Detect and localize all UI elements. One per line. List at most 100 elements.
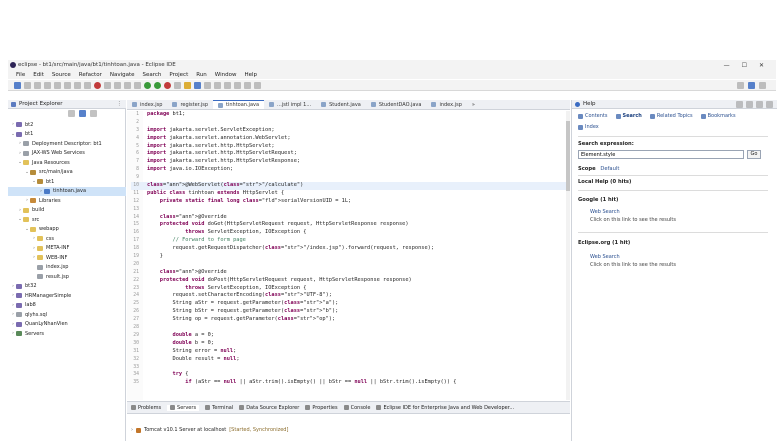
tree-item[interactable]: › lab8 bbox=[8, 301, 126, 311]
menu-file[interactable]: File bbox=[16, 72, 25, 78]
tree-item[interactable]: › Libraries bbox=[8, 196, 126, 206]
code-line[interactable]: 20 bbox=[131, 261, 567, 269]
local-help-result[interactable]: Local Help (0 hits) bbox=[578, 179, 631, 185]
code-line[interactable]: 12 private static final long class="fld"… bbox=[131, 198, 567, 206]
code-line[interactable]: 26 String bStr = request.getParameter(cl… bbox=[131, 308, 567, 316]
code-line[interactable]: 14 class="ann">@Override bbox=[131, 214, 567, 222]
code-line[interactable]: 27 String op = request.getParameter(clas… bbox=[131, 316, 567, 324]
bottom-tab[interactable]: Data Source Explorer bbox=[239, 405, 299, 411]
back-icon[interactable] bbox=[244, 81, 251, 89]
code-line[interactable]: 24 request.setCharacterEncoding(class="s… bbox=[131, 292, 567, 300]
tree-item[interactable]: › tinhtoan.java bbox=[8, 186, 126, 196]
close-button[interactable]: ✕ bbox=[759, 62, 764, 69]
help-nav-related[interactable]: Related Topics bbox=[650, 113, 693, 119]
bottom-tab[interactable]: Console bbox=[344, 405, 371, 411]
menu-search[interactable]: Search bbox=[143, 72, 162, 78]
perspective-java-icon[interactable] bbox=[759, 81, 766, 89]
forward-icon[interactable] bbox=[254, 81, 261, 89]
code-line[interactable]: 3 import jakarta.servlet.ServletException… bbox=[131, 127, 567, 135]
editor-tab[interactable]: Student.java bbox=[316, 100, 366, 109]
external-tools-icon[interactable] bbox=[164, 81, 171, 89]
code-line[interactable]: 10 class="ann">@WebServlet(class ="str">"/… bbox=[131, 182, 567, 190]
bottom-tab[interactable]: Problems bbox=[131, 405, 161, 411]
code-line[interactable]: 23 throws ServletException, IOException … bbox=[131, 285, 567, 293]
step-return-icon[interactable] bbox=[124, 81, 131, 89]
annotation-prev-icon[interactable] bbox=[234, 81, 241, 89]
code-line[interactable]: 9 bbox=[131, 174, 567, 182]
menu-help[interactable]: Help bbox=[244, 72, 257, 78]
tree-item[interactable]: › css bbox=[8, 234, 126, 244]
code-line[interactable]: 32 Double result = null; bbox=[131, 356, 567, 364]
new-java-project-icon[interactable] bbox=[174, 81, 181, 89]
tree-item[interactable]: › HRManagerSimple bbox=[8, 291, 126, 301]
code-line[interactable]: 2 bbox=[131, 119, 567, 127]
editor-tab[interactable]: register.jsp bbox=[167, 100, 213, 109]
new-class-icon[interactable] bbox=[194, 81, 201, 89]
filter-icon[interactable] bbox=[90, 110, 97, 117]
help-back-icon[interactable] bbox=[736, 100, 743, 108]
tree-item[interactable]: › JAX-WS Web Services bbox=[8, 149, 126, 159]
google-web-search-link[interactable]: Web Search bbox=[590, 209, 620, 215]
menu-window[interactable]: Window bbox=[215, 72, 237, 78]
resume-icon[interactable] bbox=[74, 81, 81, 89]
tree-item[interactable]: ⌄ webapp bbox=[8, 225, 126, 235]
tree-item[interactable]: › build bbox=[8, 206, 126, 216]
tree-item[interactable]: › QuanLyNhanVien bbox=[8, 320, 126, 330]
tree-item[interactable]: ⌄ bt1 bbox=[8, 130, 126, 140]
editor-vertical-scrollbar[interactable] bbox=[566, 111, 570, 400]
tree-item[interactable]: › WEB-INF bbox=[8, 253, 126, 263]
minimize-button[interactable]: — bbox=[724, 62, 730, 69]
collapse-all-icon[interactable] bbox=[68, 110, 75, 117]
tree-item[interactable]: ⌄ src bbox=[8, 215, 126, 225]
scope-value-link[interactable]: Default bbox=[600, 166, 619, 172]
save-all-icon[interactable] bbox=[34, 81, 41, 89]
terminate-icon[interactable] bbox=[94, 81, 101, 89]
code-line[interactable]: 11 public class tinhtoan extends HttpServ… bbox=[131, 190, 567, 198]
help-nav-index[interactable]: Index bbox=[578, 124, 599, 130]
code-text[interactable]: 1 package bt1; 2 3 import jakarta.servlet.Se… bbox=[131, 111, 567, 387]
code-line[interactable]: 16 throws ServletException, IOException … bbox=[131, 229, 567, 237]
tree-item[interactable]: › bt32 bbox=[8, 282, 126, 292]
code-line[interactable]: 8 import java.io.IOException; bbox=[131, 166, 567, 174]
code-line[interactable]: 19 } bbox=[131, 253, 567, 261]
tree-item[interactable]: ⌄ Java Resources bbox=[8, 158, 126, 168]
save-icon[interactable] bbox=[24, 81, 31, 89]
help-nav-contents[interactable]: Contents bbox=[578, 113, 608, 119]
code-line[interactable]: 17 // Forward to form page bbox=[131, 237, 567, 245]
maximize-button[interactable]: ☐ bbox=[742, 62, 747, 69]
menu-source[interactable]: Source bbox=[52, 72, 71, 78]
help-go-button[interactable]: Go bbox=[747, 150, 761, 159]
tree-item[interactable]: › bt2 bbox=[8, 120, 126, 130]
code-line[interactable]: 25 String aStr = request.getParameter(cl… bbox=[131, 300, 567, 308]
menu-project[interactable]: Project bbox=[169, 72, 188, 78]
editor-tab[interactable]: StudentDAO.java bbox=[366, 100, 427, 109]
bottom-tab[interactable]: Eclipse IDE for Enterprise Java and Web … bbox=[376, 405, 514, 411]
search-toolbar-icon[interactable] bbox=[214, 81, 221, 89]
editor-tab[interactable]: tinhtoan.java bbox=[213, 100, 265, 109]
server-entry[interactable]: › Tomcat v10.1 Server at localhost [Star… bbox=[131, 427, 288, 433]
menu-edit[interactable]: Edit bbox=[33, 72, 44, 78]
code-line[interactable]: 1 package bt1; bbox=[131, 111, 567, 119]
code-line[interactable]: 4 import jakarta.servlet.annotation.WebSe… bbox=[131, 135, 567, 143]
open-type-icon[interactable] bbox=[204, 81, 211, 89]
code-line[interactable]: 7 import jakarta.servlet.http.HttpServlet… bbox=[131, 158, 567, 166]
menu-navigate[interactable]: Navigate bbox=[110, 72, 135, 78]
new-icon[interactable] bbox=[14, 81, 21, 89]
step-into-icon[interactable] bbox=[104, 81, 111, 89]
annotation-next-icon[interactable] bbox=[224, 81, 231, 89]
view-menu-icon[interactable]: ⋮ bbox=[117, 101, 127, 107]
link-with-editor-icon[interactable] bbox=[79, 110, 86, 117]
google-result[interactable]: Google (1 hit) bbox=[578, 197, 618, 203]
menu-run[interactable]: Run bbox=[196, 72, 207, 78]
help-home-icon[interactable] bbox=[756, 100, 763, 108]
eclipse-org-result[interactable]: Eclipse.org (1 hit) bbox=[578, 240, 630, 246]
editor-tab[interactable]: index.jsp bbox=[426, 100, 466, 109]
new-package-icon[interactable] bbox=[184, 81, 191, 89]
tree-item[interactable]: index.jsp bbox=[8, 263, 126, 273]
print-icon[interactable] bbox=[44, 81, 51, 89]
code-line[interactable]: 21 class="ann">@Override bbox=[131, 269, 567, 277]
code-line[interactable]: 5 import jakarta.servlet.http.HttpServlet… bbox=[131, 143, 567, 151]
tree-item[interactable]: result.jsp bbox=[8, 272, 126, 282]
help-nav-search[interactable]: Search bbox=[616, 113, 642, 119]
help-nav-bookmarks[interactable]: Bookmarks bbox=[701, 113, 736, 119]
